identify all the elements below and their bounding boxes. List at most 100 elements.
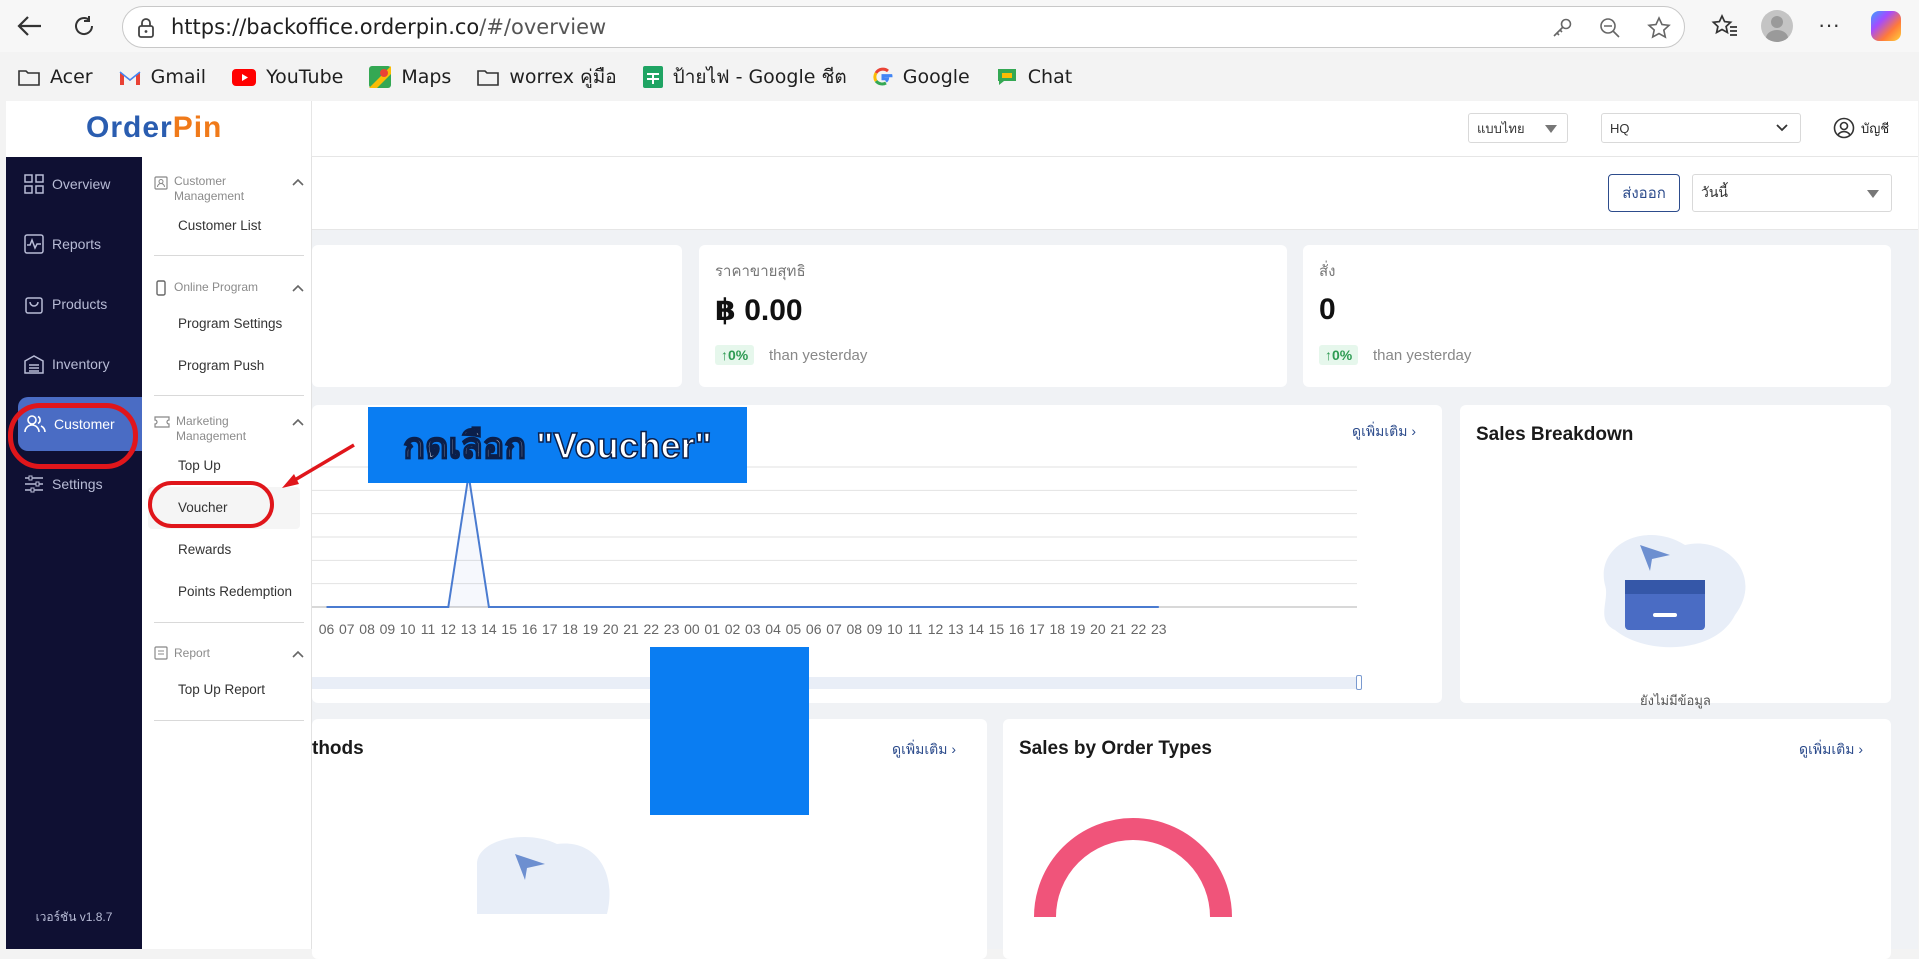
language-value: แบบไทย	[1477, 120, 1525, 136]
profile-avatar[interactable]	[1761, 10, 1793, 42]
favorites-icon[interactable]	[1711, 13, 1739, 39]
orderpin-logo[interactable]: OrderPin	[86, 111, 222, 145]
stat-label: สั่ง	[1319, 263, 1336, 280]
x-tick-label: 08	[359, 621, 375, 637]
more-menu-icon[interactable]: ···	[1818, 12, 1840, 38]
overview-content: ส่งออก วันนี้ ราคาขายสุทธิ ฿ 0.00 ↑0% th…	[312, 157, 1918, 959]
date-filter-select[interactable]: วันนี้	[1692, 174, 1892, 212]
group-customer-management[interactable]: Customer Management	[154, 174, 304, 204]
caret-down-icon	[1545, 125, 1557, 133]
bookmark-worrex[interactable]: worrex คู่มือ	[477, 62, 617, 92]
card-title: Sales Breakdown	[1476, 424, 1634, 445]
divider	[154, 720, 304, 721]
sidebar-item-inventory[interactable]: Inventory	[18, 337, 140, 391]
x-tick-label: 06	[806, 621, 822, 637]
empty-inbox-icon	[1603, 534, 1746, 648]
x-tick-label: 17	[542, 621, 558, 637]
submenu-item-top-up-report[interactable]: Top Up Report	[178, 682, 265, 697]
logo-area: OrderPin	[6, 101, 312, 157]
donut-chart	[1034, 818, 1232, 917]
refresh-button[interactable]	[64, 6, 104, 46]
contact-card-icon	[154, 176, 168, 190]
x-tick-label: 07	[826, 621, 842, 637]
gmail-icon	[119, 70, 141, 85]
x-tick-label: 16	[1009, 621, 1025, 637]
folder-icon	[18, 70, 40, 86]
submenu-item-program-push[interactable]: Program Push	[178, 358, 264, 373]
x-tick-label: 17	[1029, 621, 1045, 637]
highlight-customer	[8, 403, 138, 469]
redaction-block	[650, 647, 809, 815]
date-filter-value: วันนี้	[1701, 184, 1729, 200]
bookmark-acer[interactable]: Acer	[18, 66, 93, 88]
chart-scroll-handle[interactable]	[1356, 675, 1362, 690]
annotation-arrow-icon	[282, 443, 355, 488]
x-tick-label: 05	[786, 621, 802, 637]
chevron-up-icon	[292, 284, 304, 292]
x-tick-label: 08	[847, 621, 863, 637]
stat-card-net-sales: ราคาขายสุทธิ ฿ 0.00 ↑0% than yesterday	[699, 245, 1287, 387]
x-tick-label: 06	[319, 621, 335, 637]
chevron-up-icon	[292, 178, 304, 186]
address-bar[interactable]: https://backoffice.orderpin.co/#/overvie…	[122, 6, 1685, 48]
submenu-item-customer-list[interactable]: Customer List	[178, 218, 261, 233]
x-tick-label: 22	[1131, 621, 1147, 637]
export-button[interactable]: ส่งออก	[1608, 174, 1680, 212]
content-toolbar: ส่งออก วันนี้	[312, 157, 1918, 230]
chevron-up-icon	[292, 650, 304, 658]
bookmark-google[interactable]: Google	[873, 66, 970, 88]
chart-scrollbar[interactable]	[312, 677, 1360, 689]
submenu-item-rewards[interactable]: Rewards	[178, 542, 231, 557]
account-menu[interactable]: บัญชี	[1833, 117, 1889, 139]
x-tick-label: 18	[562, 621, 578, 637]
url-host: https://backoffice.orderpin.co	[171, 15, 480, 39]
submenu-item-program-settings[interactable]: Program Settings	[178, 316, 282, 331]
maps-icon	[369, 66, 392, 88]
empty-data-icon	[477, 836, 610, 914]
bookmark-gmail[interactable]: Gmail	[119, 66, 206, 88]
submenu-item-top-up[interactable]: Top Up	[178, 458, 221, 473]
bookmark-maps[interactable]: Maps	[369, 66, 451, 88]
submenu-item-points-redemption[interactable]: Points Redemption	[178, 584, 292, 599]
chevron-down-icon	[1776, 124, 1788, 132]
see-more-link[interactable]: ดูเพิ่มเติม ›	[1799, 739, 1863, 761]
stat-value: 0	[1319, 293, 1336, 326]
zoom-out-icon[interactable]	[1599, 17, 1621, 39]
x-tick-label: 23	[1151, 621, 1167, 637]
no-data-text: ยังไม่มีข้อมูล	[1640, 693, 1711, 708]
main-sidebar: Overview Reports Products Inventory Cust…	[6, 157, 142, 949]
card-title: thods	[312, 738, 364, 759]
x-tick-label: 11	[421, 621, 436, 637]
star-icon[interactable]	[1647, 16, 1671, 40]
language-select[interactable]: แบบไทย	[1468, 113, 1568, 143]
x-tick-label: 09	[380, 621, 396, 637]
x-tick-label: 11	[908, 621, 923, 637]
branch-select[interactable]: HQ	[1601, 113, 1801, 143]
stat-card-partial	[312, 245, 682, 387]
copilot-icon[interactable]	[1871, 11, 1901, 41]
branch-value: HQ	[1610, 120, 1630, 136]
x-tick-label: 02	[725, 621, 741, 637]
caret-down-icon	[1867, 190, 1879, 198]
group-report[interactable]: Report	[154, 646, 304, 661]
bookmark-chat[interactable]: Chat	[996, 66, 1072, 88]
sidebar-item-reports[interactable]: Reports	[18, 217, 140, 271]
google-icon	[873, 67, 893, 86]
x-tick-label: 13	[948, 621, 964, 637]
key-icon[interactable]	[1551, 17, 1573, 39]
youtube-icon	[232, 68, 257, 86]
sidebar-item-overview[interactable]: Overview	[18, 157, 140, 211]
back-button[interactable]	[10, 6, 50, 46]
phone-icon	[156, 280, 166, 296]
chevron-up-icon	[292, 418, 304, 426]
group-online-program[interactable]: Online Program	[154, 280, 304, 296]
bookmark-youtube[interactable]: YouTube	[232, 66, 343, 88]
x-tick-label: 04	[765, 621, 781, 637]
document-icon	[154, 646, 168, 660]
series-line	[326, 474, 1159, 608]
x-tick-label: 19	[583, 621, 599, 637]
see-more-link[interactable]: ดูเพิ่มเติม ›	[892, 739, 956, 761]
sidebar-item-products[interactable]: Products	[18, 277, 140, 331]
bookmark-sheets[interactable]: ป้ายไฟ - Google ชีต	[642, 62, 847, 92]
bag-icon	[25, 297, 43, 314]
